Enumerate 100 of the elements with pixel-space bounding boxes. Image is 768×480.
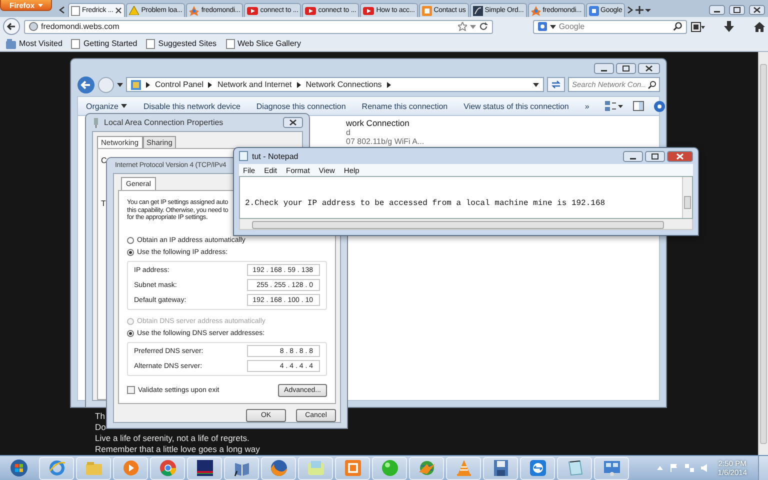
close-button[interactable]	[667, 150, 693, 162]
close-button[interactable]	[638, 62, 660, 74]
globe-icon	[418, 459, 436, 477]
search-bar[interactable]: Google	[532, 20, 687, 34]
window-title: tut - Notepad	[252, 152, 298, 160]
caret-icon	[550, 24, 556, 28]
search-icon[interactable]	[672, 22, 682, 31]
chevron-icon	[208, 82, 212, 88]
close-button[interactable]	[283, 117, 303, 128]
toolbar-button[interactable]: Diagnose this connection	[256, 102, 346, 110]
view-options-icon[interactable]	[605, 101, 624, 111]
radio-button[interactable]	[127, 237, 134, 244]
caret-icon[interactable]	[470, 24, 476, 28]
breadcrumb-link[interactable]: Control Panel	[155, 80, 204, 89]
taskbar-button[interactable]	[187, 456, 222, 480]
label-text: T	[101, 199, 106, 208]
arrows-icon	[528, 459, 546, 477]
star-icon[interactable]	[458, 22, 467, 31]
bookmark-link[interactable]: Web Slice Gallery	[226, 38, 301, 48]
bookmark-folder-icon	[6, 38, 16, 48]
scrollbar[interactable]	[239, 219, 693, 230]
bookmark-link[interactable]: Getting Started	[71, 38, 138, 48]
ball-icon	[380, 459, 398, 477]
radio-button[interactable]	[127, 249, 134, 256]
play-icon	[122, 459, 140, 477]
cone-icon	[454, 459, 472, 477]
square-icon	[588, 6, 599, 16]
connection-text: 07 802.11b/g WiFi A...	[346, 137, 426, 146]
toolbar-button[interactable]: Disable this network device	[143, 102, 240, 110]
reload-icon[interactable]	[478, 22, 488, 31]
home-icon[interactable]	[754, 22, 766, 32]
breadcrumb-link[interactable]: Network Connections	[306, 80, 382, 89]
checkbox[interactable]	[127, 386, 135, 394]
play-icon	[247, 6, 258, 14]
start-orb-icon	[10, 459, 28, 477]
warning-icon	[129, 6, 140, 15]
page-icon	[146, 38, 156, 48]
play-icon	[363, 6, 374, 14]
page-icon	[71, 6, 80, 16]
label-text: C	[101, 156, 107, 165]
address-bar[interactable]: Control Panel Network and Internet Network Connections	[126, 77, 544, 92]
square-icon	[196, 459, 214, 477]
taskbar-button[interactable]	[483, 456, 518, 480]
bookmark-link[interactable]: Most Visited	[6, 38, 62, 48]
chevron-icon	[296, 82, 301, 88]
maximize-button[interactable]	[645, 150, 665, 162]
dropdown-icon	[533, 82, 539, 86]
maximize-button[interactable]	[729, 5, 745, 15]
toolbar-button[interactable]: Rename this connection	[362, 102, 448, 110]
search-engine-icon	[538, 22, 547, 31]
chevron-icon	[386, 82, 391, 88]
toolbar-button[interactable]: View status of this connection	[464, 102, 569, 110]
play-icon	[305, 6, 316, 14]
address-bar[interactable]: fredomondi.webs.com	[24, 20, 493, 34]
scrollbar[interactable]	[682, 177, 692, 218]
maximize-button[interactable]	[616, 62, 636, 74]
more-button[interactable]: »	[584, 102, 590, 110]
star-icon	[189, 6, 200, 16]
square-icon	[472, 6, 483, 16]
help-icon[interactable]	[654, 100, 666, 112]
minimize-button[interactable]	[709, 5, 725, 15]
folder-icon	[306, 459, 324, 477]
close-button[interactable]	[749, 5, 765, 15]
globe-icon	[270, 459, 288, 477]
close-icon[interactable]	[115, 7, 122, 14]
radio-button[interactable]	[127, 330, 134, 337]
page-text: Do	[95, 422, 107, 433]
new-tab-icon[interactable]	[635, 3, 644, 17]
search-icon	[648, 80, 656, 88]
caret-icon	[121, 104, 128, 108]
refresh-button[interactable]	[547, 77, 565, 92]
star-icon	[530, 6, 541, 16]
connection-text: d	[346, 128, 352, 137]
breadcrumb-link[interactable]: Network and Internet	[217, 80, 292, 89]
caret-icon	[38, 4, 42, 6]
connection-text: work Connection	[346, 119, 410, 128]
bookmark-link[interactable]: Suggested Sites	[146, 38, 217, 48]
toolbar-button[interactable]: Organize	[86, 102, 128, 110]
caret-icon	[117, 82, 123, 86]
chevron-icon	[146, 82, 150, 88]
square-icon	[344, 459, 362, 477]
taskbar-button[interactable]	[261, 456, 296, 480]
notepad-icon	[566, 459, 584, 477]
notepad-icon	[239, 151, 248, 161]
scrollbar[interactable]	[758, 52, 768, 455]
back-button[interactable]	[3, 18, 20, 35]
page-icon	[226, 38, 235, 48]
address-field[interactable]: fredomondi.webs.com	[41, 22, 455, 31]
globe-icon	[29, 22, 38, 31]
page-text: Th	[95, 411, 106, 422]
page-icon	[71, 38, 80, 48]
bookmarks-icon[interactable]	[690, 22, 705, 32]
minimize-button[interactable]	[594, 62, 614, 74]
page-text: Live a life of serenity, not a life of regrets.	[95, 433, 250, 444]
download-icon[interactable]	[724, 21, 734, 32]
network-icon	[92, 118, 100, 128]
preview-pane-icon[interactable]	[633, 101, 644, 111]
ring-icon	[48, 459, 66, 477]
search-field[interactable]: Google	[558, 22, 670, 31]
minimize-button[interactable]	[623, 150, 643, 162]
